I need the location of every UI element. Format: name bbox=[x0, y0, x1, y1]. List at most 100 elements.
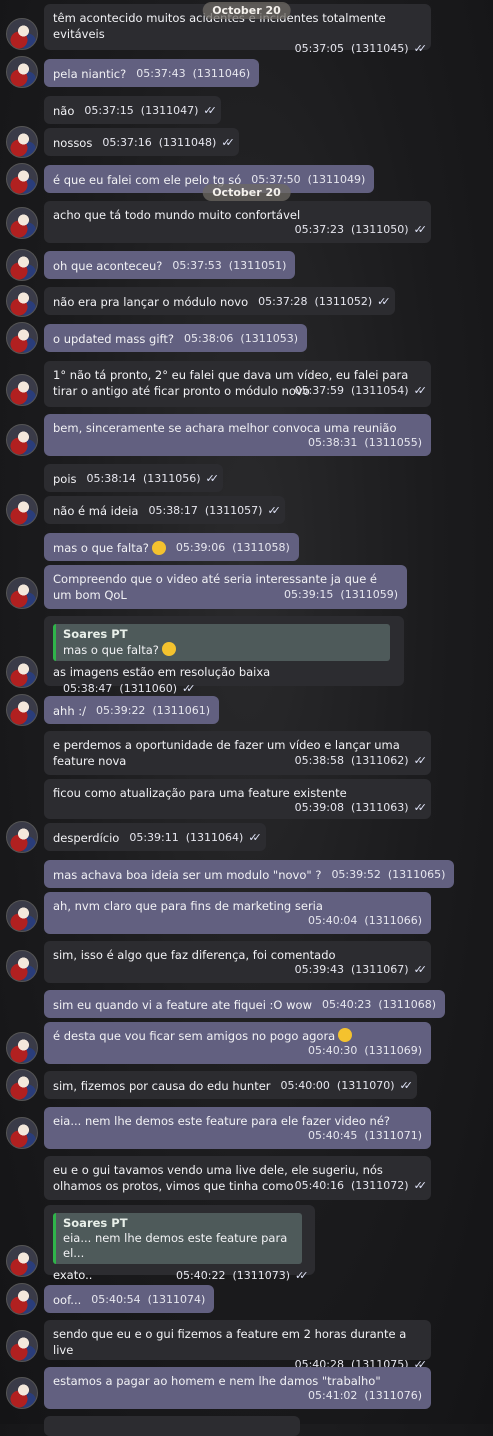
double-check-icon: ✓✓ bbox=[377, 295, 391, 308]
avatar[interactable] bbox=[6, 1032, 38, 1064]
avatar[interactable] bbox=[6, 163, 38, 195]
message-bubble[interactable]: eia... nem lhe demos este feature para e… bbox=[44, 1107, 431, 1149]
avatar[interactable] bbox=[6, 821, 38, 853]
double-check-icon: ✓✓ bbox=[413, 801, 428, 814]
message-bubble[interactable]: ahh :/ 05:39:22 (1311061) bbox=[44, 696, 220, 724]
double-check-icon: ✓✓ bbox=[413, 1179, 428, 1192]
message-meta: 05:39:08 (1311063) ✓✓ bbox=[294, 801, 428, 814]
message-bubble[interactable]: desperdício 05:39:11 (1311064) ✓✓ bbox=[44, 823, 266, 851]
message-bubble[interactable]: sim, isso é algo que faz diferença, foi … bbox=[44, 941, 431, 983]
message-bubble[interactable]: não 05:37:15 (1311047) ✓✓ bbox=[44, 96, 221, 124]
message-meta: 05:38:31 (1311055) bbox=[308, 436, 422, 449]
message-text: ficou como atualização para uma feature … bbox=[53, 786, 347, 800]
message-bubble[interactable]: 1° não tá pronto, 2° eu falei que dava u… bbox=[44, 361, 431, 407]
message-bubble-reply[interactable]: Soares PT eia... nem lhe demos este feat… bbox=[44, 1205, 315, 1282]
message-meta: 05:40:54 (1311074) bbox=[91, 1293, 206, 1306]
message-meta: 05:38:17 (1311057) ✓✓ bbox=[148, 504, 281, 517]
message-bubble[interactable]: nossos 05:37:16 (1311048) ✓✓ bbox=[44, 128, 239, 156]
quoted-reply[interactable]: Soares PT mas o que falta? bbox=[53, 624, 390, 661]
message-bubble[interactable]: ah, nvm claro que para fins de marketing… bbox=[44, 892, 431, 934]
message-meta: 05:40:22 (1311073) ✓✓ bbox=[176, 1269, 309, 1282]
message-text: sim, isso é algo que faz diferença, foi … bbox=[53, 948, 336, 962]
message-bubble[interactable]: não é má ideia 05:38:17 (1311057) ✓✓ bbox=[44, 496, 285, 524]
double-check-icon: ✓✓ bbox=[295, 1269, 309, 1282]
message-text: sim, fizemos por causa do edu hunter bbox=[53, 1079, 271, 1093]
avatar[interactable] bbox=[6, 207, 38, 239]
message-meta: 05:40:23 (1311068) bbox=[322, 998, 436, 1011]
avatar[interactable] bbox=[6, 322, 38, 354]
message-bubble[interactable]: oof... 05:40:54 (1311074) bbox=[44, 1285, 215, 1313]
avatar[interactable] bbox=[6, 1330, 38, 1362]
message-bubble-reply[interactable]: Soares PT mas o que falta? as imagens es… bbox=[44, 616, 404, 695]
message-bubble[interactable]: não era pra lançar o módulo novo 05:37:2… bbox=[44, 287, 395, 315]
reply-text: mas o que falta? bbox=[63, 642, 383, 658]
message-bubble-partial bbox=[44, 1416, 300, 1436]
message-meta: 05:37:05 (1311045) ✓✓ bbox=[294, 42, 428, 55]
message-bubble[interactable]: sim eu quando vi a feature ate fiquei :O… bbox=[44, 990, 445, 1018]
avatar[interactable] bbox=[6, 900, 38, 932]
message-bubble[interactable]: eu e o gui tavamos vendo uma live dele, … bbox=[44, 1156, 431, 1200]
message-text: eia... nem lhe demos este feature para e… bbox=[53, 1114, 391, 1128]
double-check-icon: ✓✓ bbox=[413, 384, 428, 397]
avatar[interactable] bbox=[6, 249, 38, 281]
double-check-icon: ✓✓ bbox=[413, 754, 428, 767]
avatar[interactable] bbox=[6, 950, 38, 982]
reply-author: Soares PT bbox=[63, 627, 128, 641]
avatar[interactable] bbox=[6, 1069, 38, 1101]
avatar[interactable] bbox=[6, 285, 38, 317]
message-text: acho que tá todo mundo muito confortável bbox=[53, 208, 301, 222]
double-check-icon: ✓✓ bbox=[413, 223, 428, 236]
double-check-icon: ✓✓ bbox=[413, 42, 428, 55]
avatar[interactable] bbox=[6, 1283, 38, 1315]
message-bubble[interactable]: e perdemos a oportunidade de fazer um ví… bbox=[44, 731, 431, 775]
avatar[interactable] bbox=[6, 126, 38, 158]
avatar[interactable] bbox=[6, 577, 38, 609]
message-text: não é má ideia bbox=[53, 504, 139, 518]
message-bubble[interactable]: pois 05:38:14 (1311056) ✓✓ bbox=[44, 464, 223, 492]
message-text: pois bbox=[53, 472, 77, 486]
avatar[interactable] bbox=[6, 1377, 38, 1409]
date-separator: October 20 bbox=[202, 184, 291, 201]
double-check-icon: ✓✓ bbox=[267, 504, 281, 517]
message-bubble[interactable]: o updated mass gift? 05:38:06 (1311053) bbox=[44, 324, 307, 352]
avatar[interactable] bbox=[6, 1245, 38, 1277]
message-meta: 05:37:43 (1311046) bbox=[136, 67, 251, 80]
message-meta: 05:39:06 (1311058) bbox=[175, 541, 290, 554]
message-text: ahh :/ bbox=[53, 704, 87, 718]
message-bubble[interactable]: Compreendo que o video até seria interes… bbox=[44, 565, 407, 609]
avatar[interactable] bbox=[6, 1117, 38, 1149]
message-bubble[interactable]: acho que tá todo mundo muito confortável… bbox=[44, 201, 431, 243]
message-meta: 05:37:15 (1311047) ✓✓ bbox=[84, 104, 217, 117]
message-bubble[interactable]: sendo que eu e o gui fizemos a feature e… bbox=[44, 1320, 431, 1371]
message-meta: 05:41:02 (1311076) bbox=[308, 1389, 422, 1402]
reply-text: eia... nem lhe demos este feature para e… bbox=[63, 1231, 288, 1260]
message-text: bem, sinceramente se achara melhor convo… bbox=[53, 421, 397, 435]
double-check-icon: ✓✓ bbox=[181, 682, 196, 695]
message-text: oof... bbox=[53, 1293, 82, 1307]
avatar[interactable] bbox=[6, 656, 38, 688]
message-meta: 05:39:43 (1311067) ✓✓ bbox=[294, 963, 428, 976]
message-bubble[interactable]: mas achava boa ideia ser um modulo "novo… bbox=[44, 860, 455, 888]
avatar[interactable] bbox=[6, 56, 38, 88]
message-bubble[interactable]: oh que aconteceu? 05:37:53 (1311051) bbox=[44, 251, 296, 279]
double-check-icon: ✓✓ bbox=[399, 1079, 414, 1092]
message-meta: 05:38:06 (1311053) bbox=[184, 332, 298, 345]
avatar[interactable] bbox=[6, 424, 38, 456]
message-bubble[interactable]: estamos a pagar ao homem e nem lhe damos… bbox=[44, 1367, 431, 1409]
message-bubble[interactable]: mas o que falta? 05:39:06 (1311058) bbox=[44, 533, 299, 561]
message-bubble[interactable]: pela niantic? 05:37:43 (1311046) bbox=[44, 59, 260, 87]
joy-face-emoji-icon bbox=[338, 1028, 353, 1042]
quoted-reply[interactable]: Soares PT eia... nem lhe demos este feat… bbox=[53, 1213, 302, 1264]
message-text: estamos a pagar ao homem e nem lhe damos… bbox=[53, 1374, 381, 1388]
avatar[interactable] bbox=[6, 374, 38, 406]
avatar[interactable] bbox=[6, 494, 38, 526]
message-bubble[interactable]: é desta que vou ficar sem amigos no pogo… bbox=[44, 1022, 431, 1064]
avatar[interactable] bbox=[6, 694, 38, 726]
message-text: sendo que eu e o gui fizemos a feature e… bbox=[53, 1327, 407, 1357]
avatar[interactable] bbox=[6, 18, 38, 50]
message-meta: 05:39:11 (1311064) ✓✓ bbox=[129, 831, 262, 844]
double-check-icon: ✓✓ bbox=[203, 104, 217, 117]
message-bubble[interactable]: sim, fizemos por causa do edu hunter 05:… bbox=[44, 1071, 417, 1099]
message-bubble[interactable]: bem, sinceramente se achara melhor convo… bbox=[44, 414, 431, 456]
message-bubble[interactable]: ficou como atualização para uma feature … bbox=[44, 779, 431, 819]
